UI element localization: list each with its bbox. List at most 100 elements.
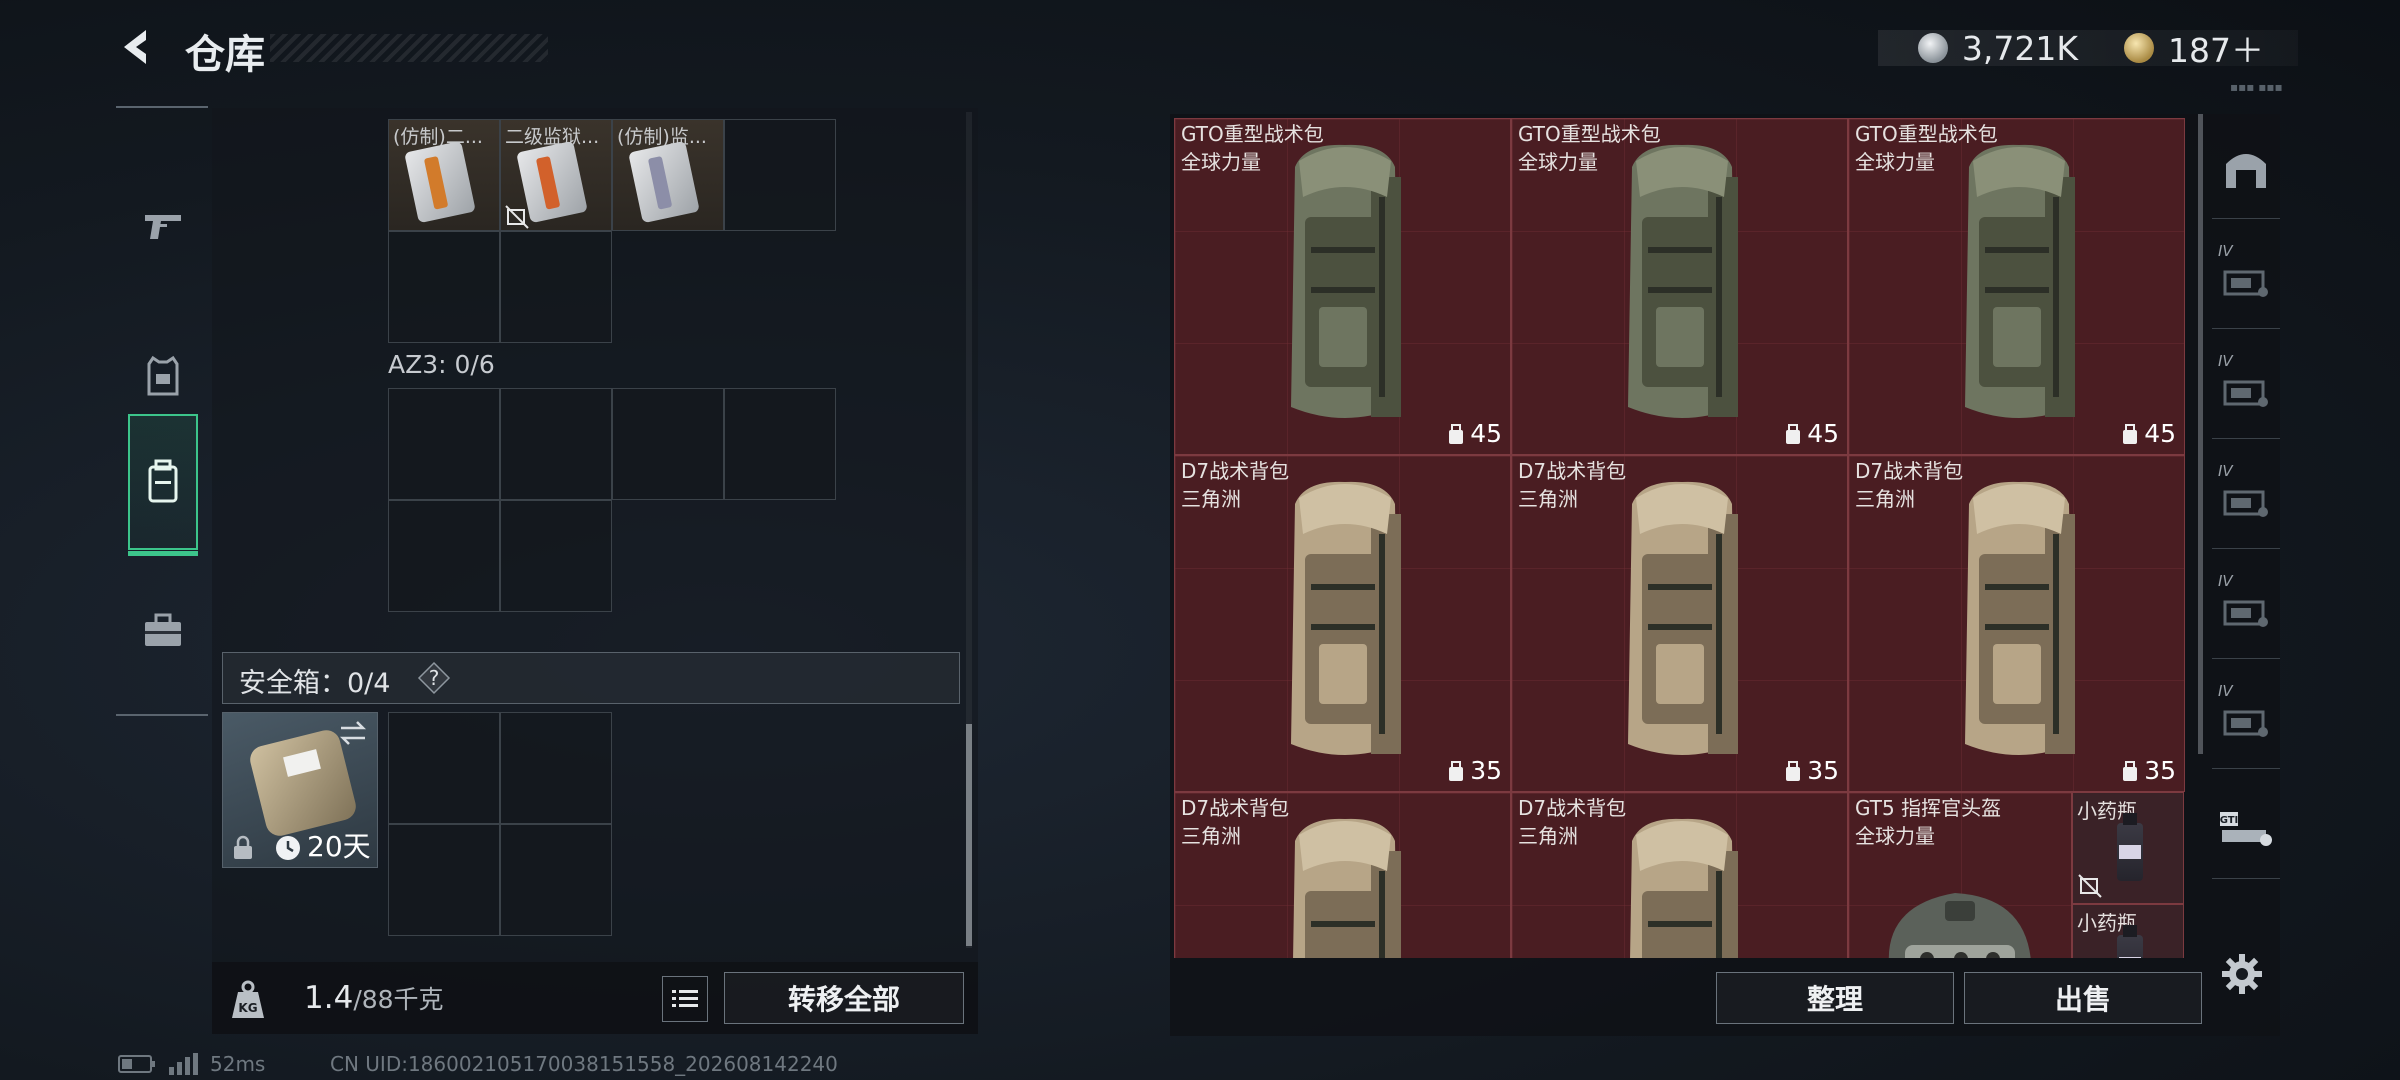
empty-slot[interactable] xyxy=(500,824,612,936)
warehouse-item[interactable]: D7战术背包 三角洲 35 xyxy=(1511,455,1848,792)
warehouse-item[interactable]: D7战术背包 三角洲 35 xyxy=(1848,455,2185,792)
weight-bar: KG 1.4/88千克 转移全部 xyxy=(212,962,978,1034)
title-decoration xyxy=(270,34,548,62)
armor-vest-icon xyxy=(147,355,179,396)
capacity-badge: 35 xyxy=(1446,756,1502,785)
expiry-days: 20天 xyxy=(307,830,371,863)
empty-slot[interactable] xyxy=(388,500,500,612)
capacity-icon xyxy=(1449,423,1464,444)
storage-level-label: IV xyxy=(2218,682,2233,700)
warehouse-item[interactable]: GTO重型战术包 全球力量 45 xyxy=(1848,118,2185,455)
warehouse-item[interactable]: D7战术背包 三角洲 35 xyxy=(1174,455,1511,792)
item-brand: 全球力量 xyxy=(1855,824,1935,848)
back-arrow-icon[interactable] xyxy=(112,22,162,72)
safebox-header: 安全箱：0/4 ? xyxy=(222,652,960,704)
item-name: D7战术背包 xyxy=(1518,459,1627,483)
warehouse-small-item[interactable]: 小药瓶 xyxy=(2072,904,2184,958)
storage-gti-icon: GTI xyxy=(2220,812,2272,846)
storage-level-label: IV xyxy=(2218,352,2233,370)
keycard-icon xyxy=(404,140,476,224)
no-transfer-icon xyxy=(505,205,529,229)
help-icon[interactable]: ? xyxy=(417,661,451,695)
status-bar: 52ms xyxy=(118,1052,265,1076)
empty-slot[interactable] xyxy=(388,388,500,500)
item-name: D7战术背包 xyxy=(1181,459,1290,483)
rail-storage-home-0[interactable] xyxy=(2212,118,2280,219)
empty-slot[interactable] xyxy=(500,388,612,500)
rail-storage-gti-6[interactable]: GTI xyxy=(2212,778,2280,879)
warehouse-scrollbar[interactable] xyxy=(2198,114,2203,754)
list-view-button[interactable] xyxy=(662,976,708,1022)
svg-text:?: ? xyxy=(429,666,440,690)
item-name: D7战术背包 xyxy=(1518,796,1627,820)
backpack-image xyxy=(1630,818,1738,958)
warehouse-item[interactable]: GTO重型战术包 全球力量 45 xyxy=(1511,118,1848,455)
empty-slot[interactable] xyxy=(724,388,836,500)
capacity-icon xyxy=(1449,760,1464,781)
empty-slot[interactable] xyxy=(500,712,612,824)
item-name: D7战术背包 xyxy=(1181,796,1290,820)
empty-slot[interactable] xyxy=(388,712,500,824)
backpack-image xyxy=(1965,481,2075,755)
empty-slot[interactable] xyxy=(724,119,836,231)
item-name: D7战术背包 xyxy=(1855,459,1964,483)
warehouse-item[interactable]: GT5 指挥官头盔 全球力量 xyxy=(1848,792,2072,958)
backpack-image xyxy=(1628,144,1738,418)
swap-icon[interactable] xyxy=(337,719,369,747)
battery-icon xyxy=(118,1055,155,1073)
item-name: GTO重型战术包 xyxy=(1855,122,1998,146)
category-tabbar xyxy=(116,106,208,716)
item-brand: 全球力量 xyxy=(1855,150,1935,174)
item-name: GT5 指挥官头盔 xyxy=(1855,796,2002,820)
rail-storage-level-2[interactable]: IV xyxy=(2212,338,2280,439)
uid-text: CN UID:186002105170038151558_20260814224… xyxy=(330,1052,838,1076)
rail-storage-level-4[interactable]: IV xyxy=(2212,558,2280,659)
tab-items[interactable] xyxy=(128,562,198,698)
capacity-icon xyxy=(1786,423,1801,444)
warehouse-small-item[interactable]: 小药瓶 xyxy=(2072,792,2184,904)
silver-currency-value: 3,721K xyxy=(1961,28,2078,68)
svg-text:KG: KG xyxy=(238,1001,257,1015)
storage-level-label: IV xyxy=(2218,572,2233,590)
item-slot[interactable]: (仿制)二... xyxy=(388,119,500,231)
empty-slot[interactable] xyxy=(388,231,500,343)
gear-icon[interactable] xyxy=(2220,952,2264,996)
briefcase-icon xyxy=(145,613,181,646)
empty-slot[interactable] xyxy=(500,231,612,343)
backpack-icon xyxy=(148,459,178,503)
warehouse-item[interactable]: GTO重型战术包 全球力量 45 xyxy=(1174,118,1511,455)
tab-backpack[interactable] xyxy=(128,414,198,556)
capacity-badge: 45 xyxy=(1783,419,1839,448)
rail-storage-level-5[interactable]: IV xyxy=(2212,668,2280,769)
capacity-icon xyxy=(2123,423,2138,444)
gold-coin-icon xyxy=(2124,33,2154,63)
silver-coin-icon xyxy=(1917,33,1948,63)
page-title: 仓库 xyxy=(185,32,265,78)
helmet-image xyxy=(1888,893,2031,958)
item-slot[interactable]: (仿制)监... xyxy=(612,119,724,231)
sort-button[interactable]: 整理 xyxy=(1716,972,1954,1024)
warehouse-item[interactable]: D7战术背包 三角洲 xyxy=(1174,792,1511,958)
signal-icon xyxy=(169,1053,198,1075)
storage-level-icon xyxy=(2223,710,2268,737)
storage-level-icon xyxy=(2223,380,2268,407)
left-scrollbar-thumb[interactable] xyxy=(966,724,972,946)
keycard-icon xyxy=(628,140,700,224)
backpack-image xyxy=(1965,144,2075,418)
gold-currency-value[interactable]: 187＋ xyxy=(2168,24,2264,72)
empty-slot[interactable] xyxy=(612,388,724,500)
empty-slot[interactable] xyxy=(500,500,612,612)
rail-storage-level-1[interactable]: IV xyxy=(2212,228,2280,329)
item-brand: 三角洲 xyxy=(1181,487,1241,511)
tab-weapons[interactable] xyxy=(128,158,198,294)
backpack-image xyxy=(1628,481,1738,755)
warehouse-item[interactable]: D7战术背包 三角洲 xyxy=(1511,792,1848,958)
item-brand: 三角洲 xyxy=(1855,487,1915,511)
empty-slot[interactable] xyxy=(388,824,500,936)
safe-case-item[interactable]: 20天 xyxy=(222,712,378,868)
no-transfer-icon xyxy=(2078,874,2102,898)
az3-label: AZ3: 0/6 xyxy=(388,350,495,379)
transfer-all-button[interactable]: 转移全部 xyxy=(724,972,964,1024)
rail-storage-level-3[interactable]: IV xyxy=(2212,448,2280,549)
sell-button[interactable]: 出售 xyxy=(1964,972,2202,1024)
